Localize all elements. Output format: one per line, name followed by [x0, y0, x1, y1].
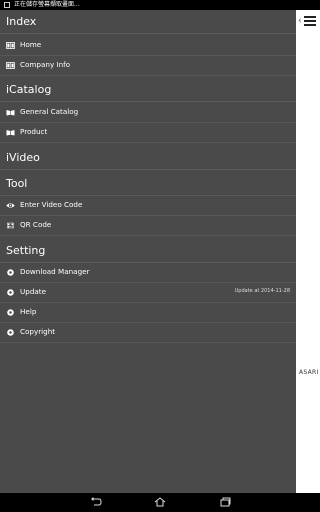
- gear-icon: [7, 309, 14, 316]
- menu-item-label: QR Code: [20, 220, 52, 229]
- screenshot-icon: [4, 2, 10, 8]
- recent-apps-icon[interactable]: [219, 497, 231, 507]
- open-book-icon: [6, 130, 15, 136]
- qr-code-icon: [7, 222, 14, 229]
- status-text: 正在儲存螢幕擷取畫面...: [14, 1, 80, 8]
- menu-item-home[interactable]: Home: [0, 36, 296, 56]
- menu-item-label: Copyright: [20, 327, 56, 336]
- update-timestamp: Update at 2014-11-28: [234, 288, 290, 294]
- back-icon[interactable]: [90, 497, 102, 507]
- brand-text: ASARI: [299, 369, 319, 376]
- menu-item-general-catalog[interactable]: General Catalog: [0, 103, 296, 123]
- section-header-icatalog: iCatalog: [0, 78, 296, 102]
- section-title: Setting: [6, 244, 46, 257]
- open-book-icon: [6, 110, 15, 116]
- section-title: iVideo: [6, 151, 40, 164]
- menu-item-label: Download Manager: [20, 267, 90, 276]
- book-icon: [6, 62, 15, 69]
- menu-item-label: Company Info: [20, 60, 71, 69]
- gear-icon: [7, 289, 14, 296]
- menu-item-company-info[interactable]: Company Info: [0, 56, 296, 76]
- section-header-setting: Setting: [0, 239, 296, 263]
- book-icon: [6, 42, 15, 49]
- section-title: Index: [6, 15, 37, 28]
- home-icon[interactable]: [154, 497, 166, 507]
- menu-item-label: Product: [20, 127, 48, 136]
- status-bar: 正在儲存螢幕擷取畫面...: [0, 0, 320, 10]
- section-header-index: Index: [0, 10, 296, 34]
- section-title: iCatalog: [6, 83, 52, 96]
- menu-item-help[interactable]: Help: [0, 303, 296, 323]
- section-header-ivideo[interactable]: iVideo: [0, 146, 296, 170]
- menu-item-label: General Catalog: [20, 107, 79, 116]
- menu-item-label: Update: [20, 287, 47, 296]
- menu-item-label: Help: [20, 307, 37, 316]
- menu-item-update[interactable]: Update Update at 2014-11-28: [0, 283, 296, 303]
- system-navigation-bar: [0, 493, 320, 512]
- menu-item-product[interactable]: Product: [0, 123, 296, 143]
- menu-item-copyright[interactable]: Copyright: [0, 323, 296, 343]
- menu-item-label: Enter Video Code: [20, 200, 83, 209]
- menu-item-download-manager[interactable]: Download Manager: [0, 263, 296, 283]
- eye-icon: [6, 203, 15, 208]
- menu-item-label: Home: [20, 40, 42, 49]
- gear-icon: [7, 269, 14, 276]
- navigation-drawer: Index Home Company Info iCatalog General…: [0, 10, 296, 493]
- main-content-edge: ‹ ASARI: [296, 10, 320, 493]
- gear-icon: [7, 329, 14, 336]
- menu-item-qr-code[interactable]: QR Code: [0, 216, 296, 236]
- chevron-left-icon[interactable]: ‹: [298, 16, 302, 26]
- section-title: Tool: [6, 177, 28, 190]
- section-header-tool: Tool: [0, 172, 296, 196]
- menu-item-enter-video-code[interactable]: Enter Video Code: [0, 196, 296, 216]
- menu-icon[interactable]: [304, 16, 316, 28]
